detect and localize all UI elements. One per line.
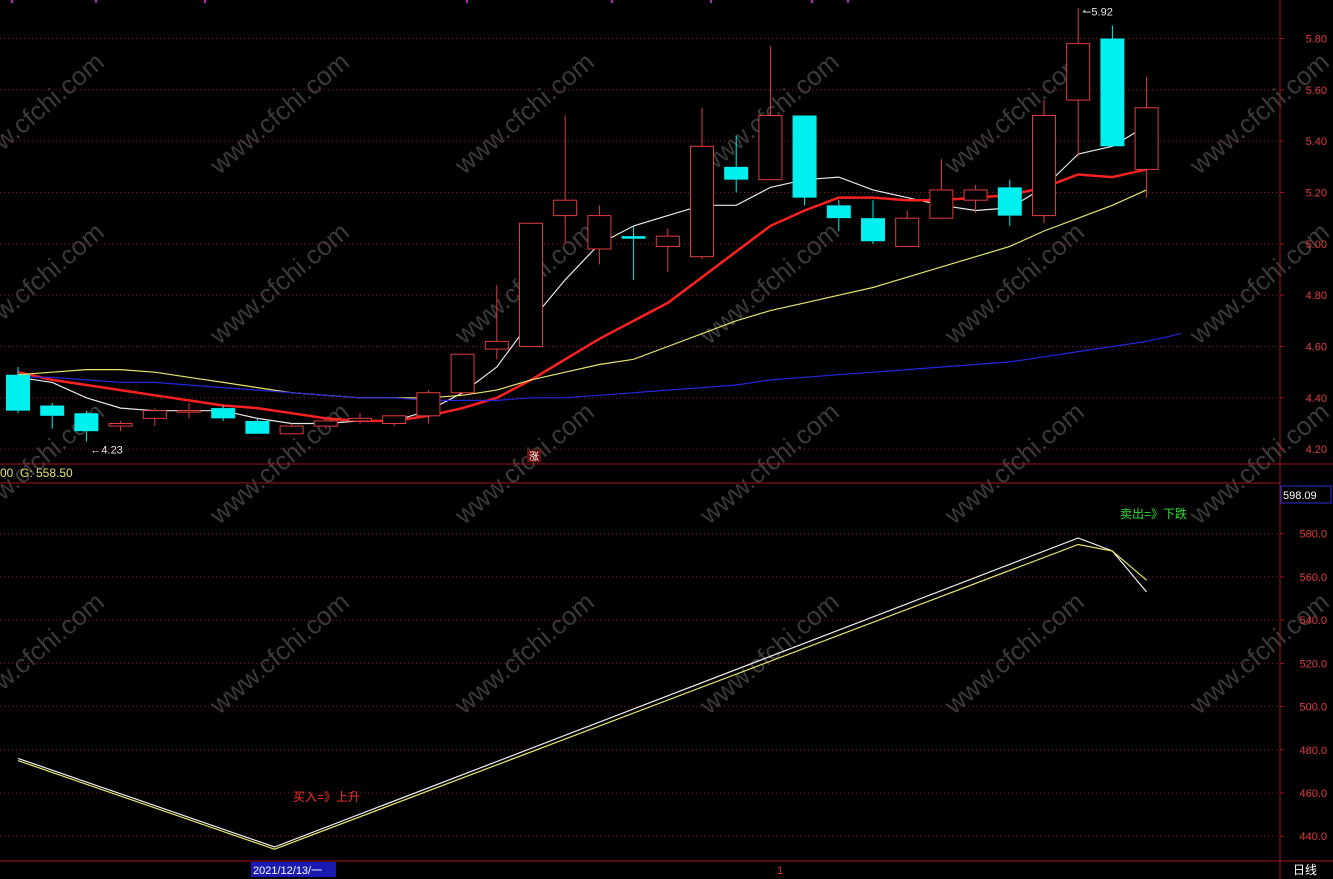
current-value-label: 598.09	[1283, 490, 1317, 502]
indicator-tick-label: 460.0	[1299, 788, 1327, 800]
candle-body-up	[519, 222, 543, 347]
price-extreme-label: ↼5.92	[1082, 7, 1113, 19]
indicator-tick-label: 440.0	[1299, 831, 1327, 843]
candle-body-up	[1134, 107, 1159, 170]
candle-body-down	[211, 408, 236, 419]
indicator-tick-label: 500.0	[1299, 702, 1327, 714]
candle-body-up	[1066, 43, 1091, 101]
chart-background	[0, 0, 1333, 879]
candle-body-up	[313, 420, 338, 427]
candle-body-up	[142, 410, 167, 419]
price-tick-label: 4.40	[1306, 393, 1327, 405]
candle-body-up	[655, 235, 680, 247]
price-tick-label: 5.80	[1306, 34, 1327, 46]
price-tick-label: 4.80	[1306, 290, 1327, 302]
candle-body-up	[1032, 115, 1056, 217]
candle-body-up	[963, 189, 988, 201]
candle-body-up	[416, 392, 441, 417]
candle-body-up	[929, 189, 954, 219]
indicator-tick-label: 480.0	[1299, 745, 1327, 757]
price-tick-label: 5.20	[1306, 188, 1327, 200]
candle-body-down	[861, 218, 885, 242]
candle-body-down	[6, 374, 30, 411]
stock-chart: www.cfchi.com www.cfchi.com www.cfchi.com w…	[0, 0, 1333, 879]
candle-body-up	[690, 145, 714, 258]
candle-body-down	[621, 236, 646, 239]
candle-body-up	[279, 425, 304, 435]
candle-body-up	[348, 417, 372, 422]
candle-body-down	[40, 405, 65, 416]
indicator-tick-label: 560.0	[1299, 572, 1327, 584]
price-tick-label: 4.60	[1306, 342, 1327, 354]
month-marker: 1	[777, 865, 783, 877]
candle-body-up	[382, 415, 407, 424]
candle-body-down	[997, 187, 1022, 216]
date-cursor-label: 2021/12/13/一	[253, 865, 322, 877]
candle-body-down	[74, 413, 99, 432]
candle-body-up	[587, 215, 612, 250]
price-tick-label: 5.00	[1306, 239, 1327, 251]
header-left-fragment: 00	[0, 466, 14, 480]
candle-body-up	[758, 115, 783, 181]
price-tick-label: 5.40	[1306, 136, 1327, 148]
indicator-tick-label: 540.0	[1299, 615, 1327, 627]
candle-body-up	[895, 217, 920, 247]
candle-body-down	[792, 115, 817, 198]
period-label[interactable]: 日线	[1293, 863, 1317, 877]
indicator-tick-label: 520.0	[1299, 658, 1327, 670]
candle-body-down	[826, 205, 851, 219]
candle-body-up	[450, 353, 475, 394]
candle-body-up	[108, 423, 133, 427]
candle-body-down	[724, 166, 749, 180]
header-g-value: G: 558.50	[20, 466, 73, 480]
candle-body-up	[484, 340, 509, 350]
candle-body-down	[245, 420, 270, 434]
limit-up-marker: 涨	[529, 451, 539, 463]
candle-body-down	[1100, 38, 1125, 147]
buy-signal-label: 买入=》上升	[293, 790, 360, 804]
price-tick-label: 4.20	[1306, 444, 1327, 456]
candle-body-up	[553, 199, 578, 217]
candle-body-up	[177, 410, 201, 413]
price-extreme-label: ←4.23	[90, 444, 122, 456]
indicator-tick-label: 580.0	[1299, 529, 1327, 541]
sell-signal-label: 卖出=》下跌	[1120, 506, 1187, 521]
price-tick-label: 5.60	[1306, 85, 1327, 97]
